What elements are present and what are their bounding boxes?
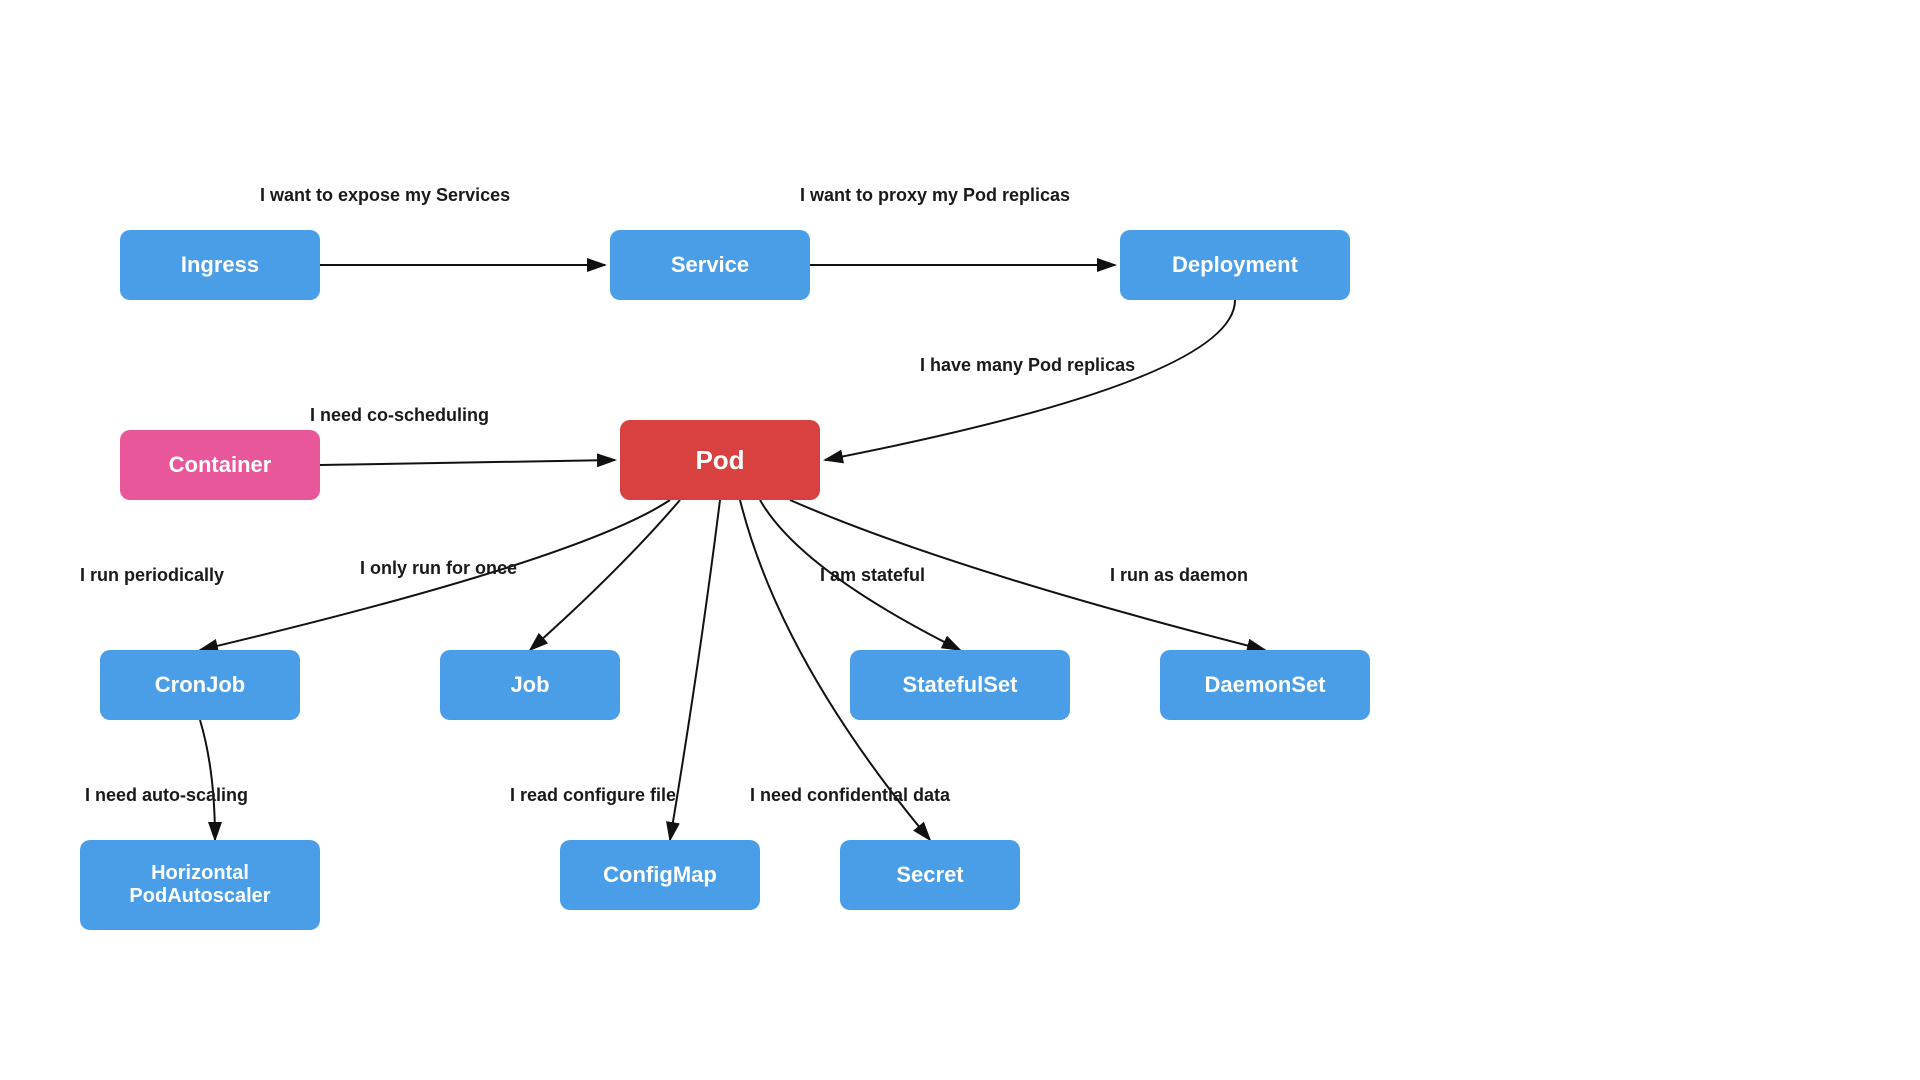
label-manyreplicas: I have many Pod replicas xyxy=(920,355,1135,376)
node-pod: Pod xyxy=(620,420,820,500)
label-proxy: I want to proxy my Pod replicas xyxy=(800,185,1070,206)
label-expose: I want to expose my Services xyxy=(260,185,510,206)
node-ingress: Ingress xyxy=(120,230,320,300)
node-hpa: Horizontal PodAutoscaler xyxy=(80,840,320,930)
label-daemon: I run as daemon xyxy=(1110,565,1248,586)
label-configure: I read configure file xyxy=(510,785,676,806)
node-container: Container xyxy=(120,430,320,500)
label-coschedule: I need co-scheduling xyxy=(310,405,489,426)
node-service: Service xyxy=(610,230,810,300)
node-secret: Secret xyxy=(840,840,1020,910)
node-statefulset: StatefulSet xyxy=(850,650,1070,720)
diagram-container: Ingress Service Deployment Container Pod… xyxy=(0,0,1920,1080)
label-autoscaling: I need auto-scaling xyxy=(85,785,248,806)
label-stateful: I am stateful xyxy=(820,565,925,586)
node-daemonset: DaemonSet xyxy=(1160,650,1370,720)
node-cronjob: CronJob xyxy=(100,650,300,720)
node-configmap: ConfigMap xyxy=(560,840,760,910)
node-deployment: Deployment xyxy=(1120,230,1350,300)
label-onlyonce: I only run for once xyxy=(360,558,517,579)
label-periodically: I run periodically xyxy=(80,565,224,586)
node-job: Job xyxy=(440,650,620,720)
label-confidential: I need confidential data xyxy=(750,785,950,806)
